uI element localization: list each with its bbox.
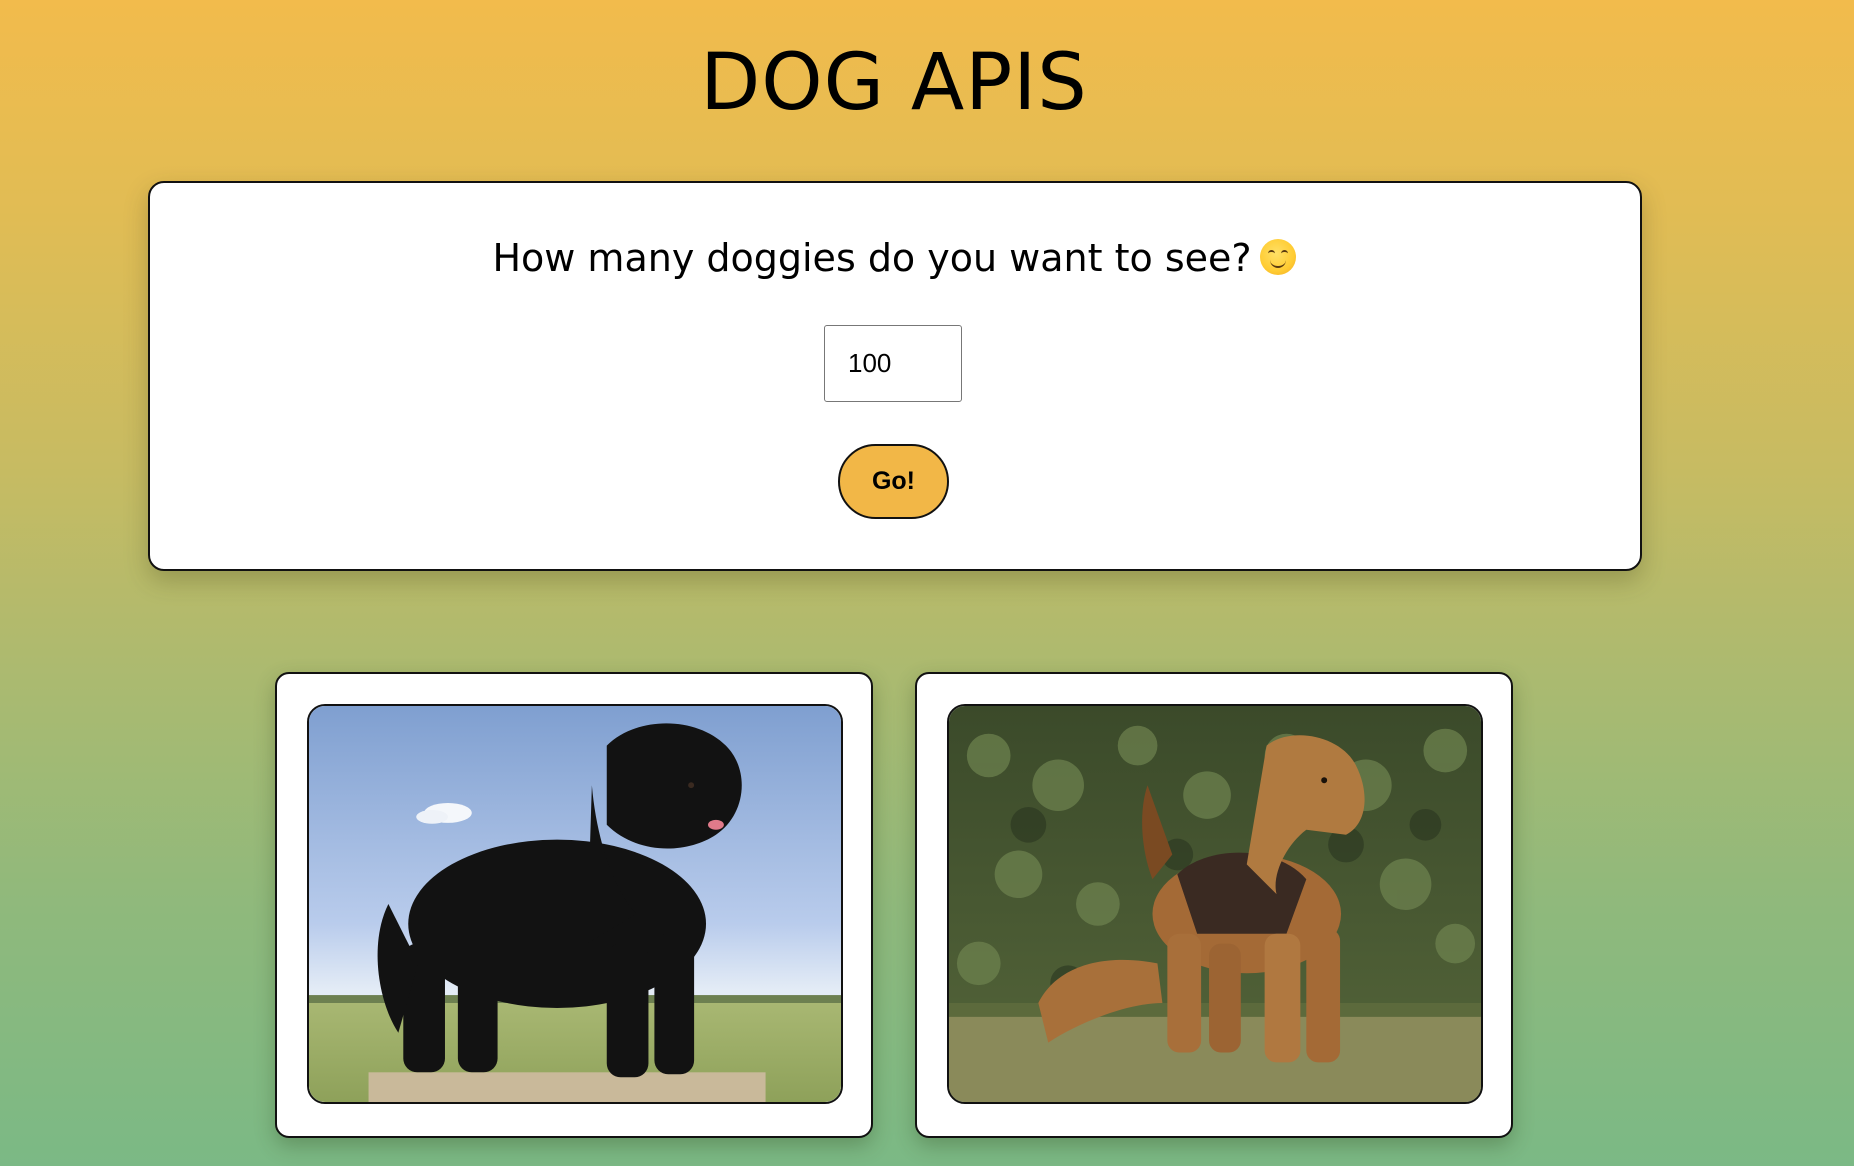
go-button[interactable]: Go! — [838, 444, 949, 519]
count-question-text: How many doggies do you want to see? — [492, 236, 1252, 280]
dog-card — [915, 672, 1513, 1138]
dog-card — [275, 672, 873, 1138]
dog-photo — [947, 704, 1483, 1104]
dog-count-input[interactable] — [824, 325, 962, 402]
black-newfoundland-dog-photo — [309, 706, 841, 1102]
dog-photo — [307, 704, 843, 1104]
page-title: DOG APIS — [700, 38, 1088, 128]
smiling-face-icon — [1259, 239, 1296, 275]
airedale-terrier-dog-photo — [949, 706, 1481, 1102]
count-question: How many doggies do you want to see? — [0, 236, 1788, 280]
